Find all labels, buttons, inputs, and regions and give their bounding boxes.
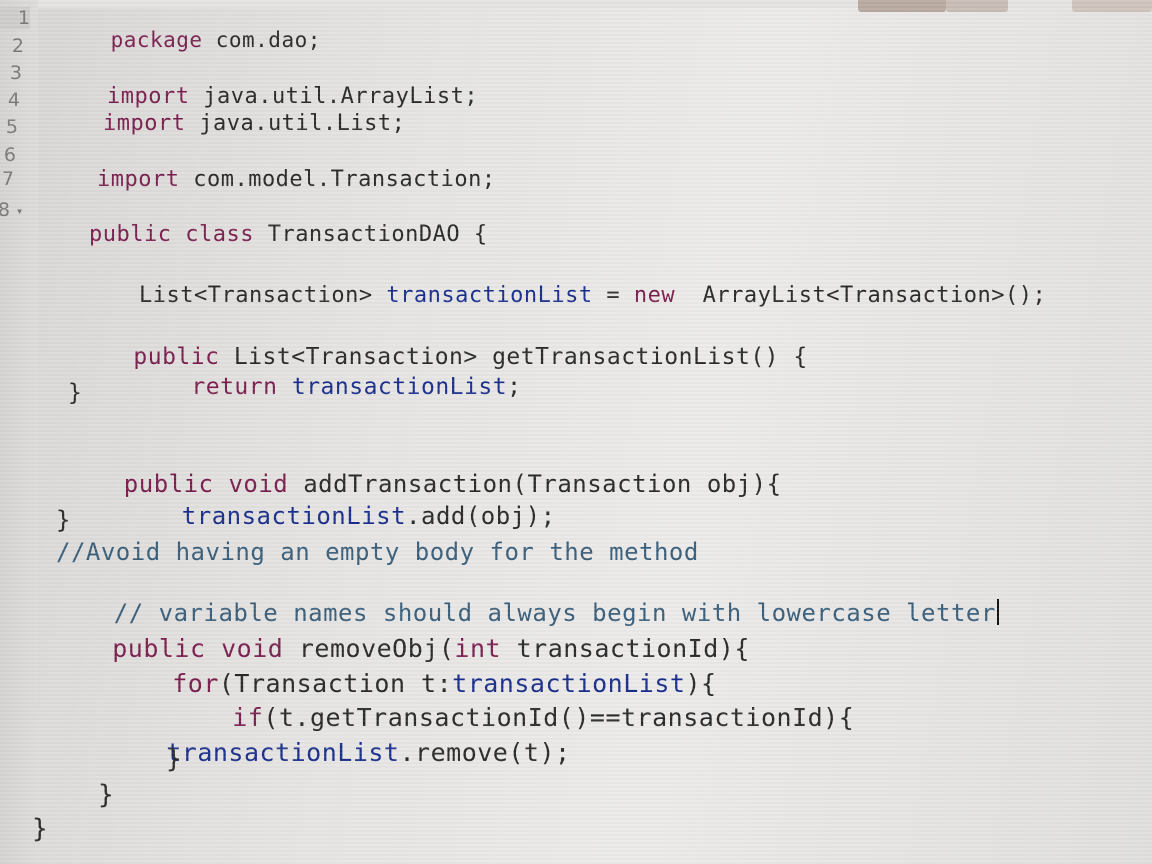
code-token: ArrayList<Transaction>(); [675, 283, 1047, 308]
code-line[interactable]: } [56, 506, 71, 534]
code-token: new [633, 283, 676, 308]
code-line[interactable]: } [98, 780, 114, 810]
code-token: transactionList [166, 738, 400, 767]
code-line[interactable]: } [166, 744, 182, 774]
code-token: class [185, 222, 254, 247]
editor-tab[interactable] [946, 0, 1008, 12]
line-number: 4 [7, 89, 20, 111]
code-token: TransactionDAO { [253, 222, 488, 247]
code-token: import [96, 167, 180, 192]
code-token: = [592, 283, 634, 308]
code-token: ; [507, 374, 522, 400]
code-line[interactable]: } [32, 814, 48, 844]
line-number: 5 [5, 116, 18, 138]
code-token: import [102, 111, 186, 136]
code-token: .add(obj); [406, 502, 556, 530]
code-line[interactable]: return transactionList; [134, 348, 521, 426]
editor-tab[interactable] [1072, 0, 1152, 12]
line-number: 1 [0, 7, 30, 29]
code-token: List<Transaction> [138, 283, 387, 308]
fold-toggle-icon[interactable]: ▾ [16, 204, 23, 218]
code-token: package [110, 28, 203, 52]
code-token: transactionList [291, 374, 508, 400]
code-editor[interactable]: 1 2 3 4 5 6 7 8 ▾ package com.dao; impor… [0, 0, 1152, 864]
code-token: com.model.Transaction; [179, 167, 496, 192]
editor-tab[interactable] [858, 0, 946, 12]
line-number: 8 [0, 199, 10, 221]
code-token: return [191, 374, 278, 400]
code-token: com.dao; [202, 28, 321, 52]
code-token: transactionList [181, 502, 407, 530]
text-cursor [996, 599, 999, 625]
code-token: transactionList [386, 283, 593, 308]
line-number: 6 [3, 144, 16, 166]
line-number: 7 [1, 168, 14, 190]
code-line[interactable]: } [68, 380, 82, 406]
line-number: 2 [11, 35, 24, 57]
code-token: public [88, 222, 172, 247]
code-token: .remove(t); [399, 738, 571, 767]
code-comment[interactable]: //Avoid having an empty body for the met… [56, 538, 699, 566]
line-number-gutter: 1 2 3 4 5 6 7 8 [0, 0, 38, 864]
code-token: java.util.List; [185, 111, 406, 136]
line-number: 3 [9, 62, 22, 84]
